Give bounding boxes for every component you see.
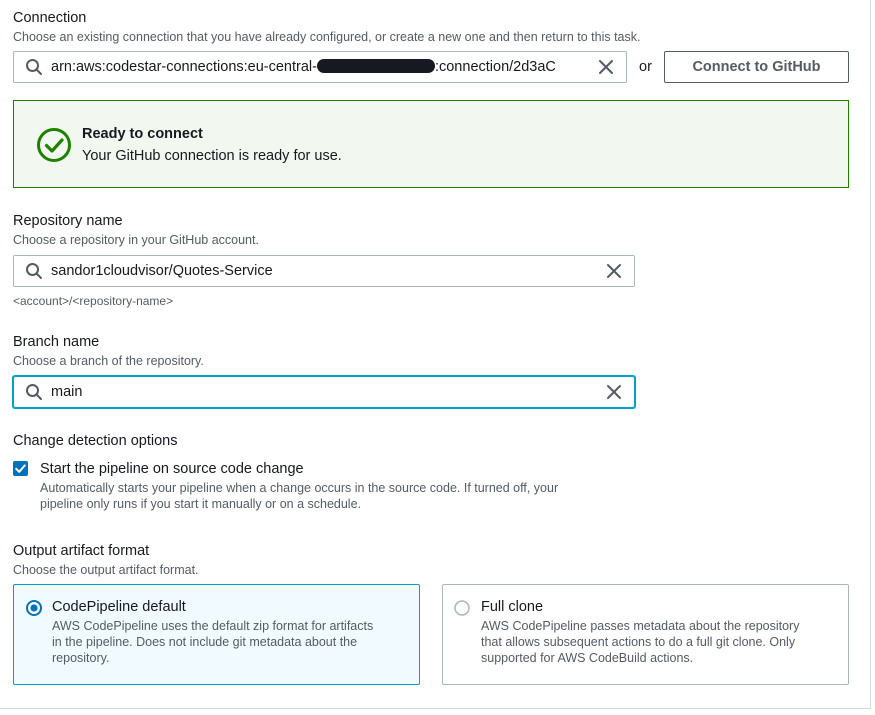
repository-name-label: Repository name xyxy=(13,213,123,229)
full-clone-desc-line2: that allows subsequent actions to do a f… xyxy=(481,635,796,649)
codepipeline-default-desc-line1: AWS CodePipeline uses the default zip fo… xyxy=(52,619,374,633)
codepipeline-default-tile[interactable]: CodePipeline default AWS CodePipeline us… xyxy=(13,584,420,685)
full-clone-desc-line3: supported for AWS CodeBuild actions. xyxy=(481,651,694,665)
start-pipeline-description-line2: pipeline only runs if you start it manua… xyxy=(40,497,362,511)
clear-icon[interactable] xyxy=(606,263,622,279)
codepipeline-default-radio[interactable] xyxy=(26,600,42,616)
search-icon xyxy=(26,384,42,400)
search-icon xyxy=(26,263,42,279)
codepipeline-default-desc-line2: in the pipeline. Does not include git me… xyxy=(52,635,358,649)
connection-description: Choose an existing connection that you h… xyxy=(13,30,641,44)
change-detection-label: Change detection options xyxy=(13,433,178,449)
alert-message: Your GitHub connection is ready for use. xyxy=(82,148,342,164)
codepipeline-default-desc-line3: repository. xyxy=(52,651,110,665)
or-separator: or xyxy=(639,59,652,75)
full-clone-radio[interactable] xyxy=(454,600,470,616)
repository-name-hint: <account>/<repository-name> xyxy=(13,294,174,308)
search-icon xyxy=(26,59,42,75)
connection-label: Connection xyxy=(13,10,87,26)
start-pipeline-checkbox-label[interactable]: Start the pipeline on source code change xyxy=(40,461,304,477)
repository-name-description: Choose a repository in your GitHub accou… xyxy=(13,233,259,247)
connection-value-prefix: arn:aws:codestar-connections:eu-central- xyxy=(51,59,317,75)
clear-icon[interactable] xyxy=(598,59,614,75)
output-artifact-label: Output artifact format xyxy=(13,543,150,559)
redacted-account-id xyxy=(316,59,435,73)
full-clone-title: Full clone xyxy=(481,599,544,615)
success-check-icon xyxy=(37,128,71,162)
start-pipeline-checkbox[interactable] xyxy=(13,461,28,476)
branch-name-label: Branch name xyxy=(13,334,100,350)
full-clone-desc-line1: AWS CodePipeline passes metadata about t… xyxy=(481,619,800,633)
connection-value-suffix: :connection/2d3aC xyxy=(434,59,556,75)
connection-input[interactable]: arn:aws:codestar-connections:eu-central-… xyxy=(13,51,627,83)
clear-icon[interactable] xyxy=(606,384,622,400)
repository-value: sandor1cloudvisor/Quotes-Service xyxy=(51,263,273,279)
output-artifact-description: Choose the output artifact format. xyxy=(13,563,199,577)
connection-value: arn:aws:codestar-connections:eu-central-… xyxy=(51,59,598,75)
branch-name-description: Choose a branch of the repository. xyxy=(13,354,204,368)
source-settings-panel: Connection Choose an existing connection… xyxy=(0,0,871,709)
connect-to-github-button[interactable]: Connect to GitHub xyxy=(664,51,849,83)
repository-search-input[interactable]: sandor1cloudvisor/Quotes-Service xyxy=(13,255,635,287)
alert-title: Ready to connect xyxy=(82,126,203,142)
codepipeline-default-title: CodePipeline default xyxy=(52,599,186,615)
ready-to-connect-alert: Ready to connect Your GitHub connection … xyxy=(13,100,849,188)
branch-value: main xyxy=(51,384,83,400)
full-clone-tile[interactable]: Full clone AWS CodePipeline passes metad… xyxy=(442,584,849,685)
start-pipeline-description-line1: Automatically starts your pipeline when … xyxy=(40,481,559,495)
branch-search-input[interactable]: main xyxy=(13,376,635,408)
